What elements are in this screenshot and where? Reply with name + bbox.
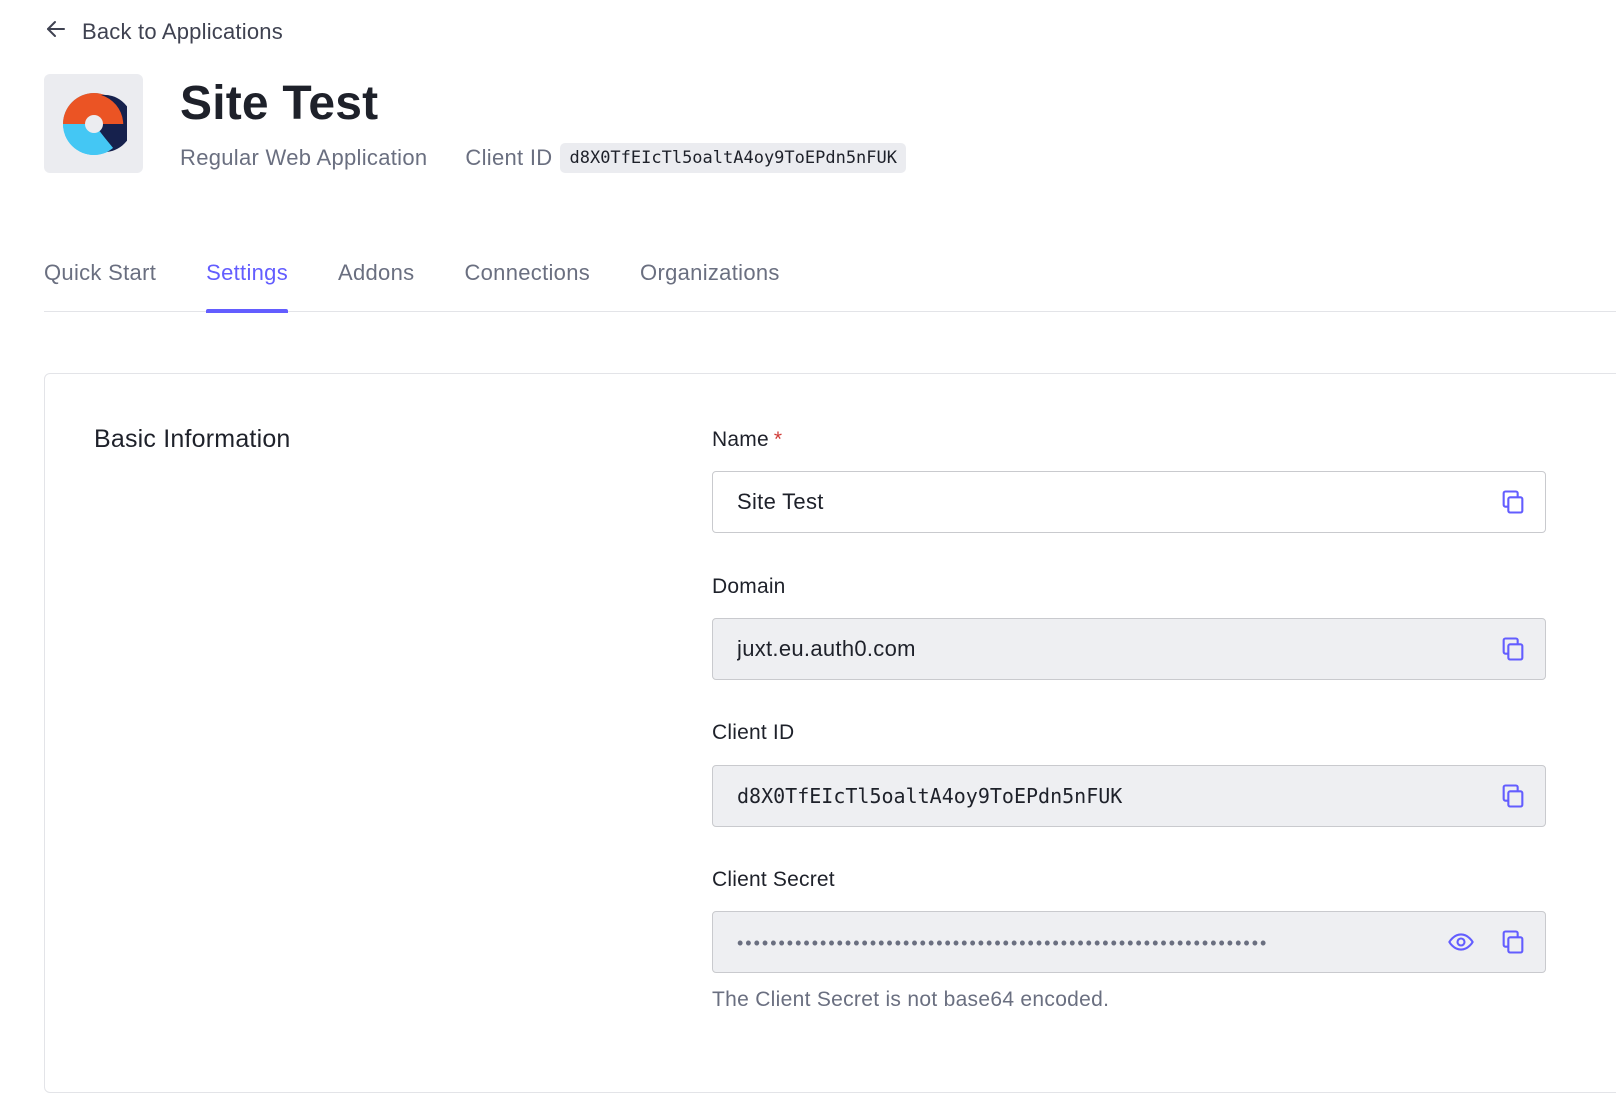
- application-type: Regular Web Application: [180, 145, 428, 170]
- name-input[interactable]: Site Test: [712, 471, 1546, 533]
- arrow-left-icon: [44, 17, 68, 47]
- tab-organizations[interactable]: Organizations: [640, 250, 780, 312]
- client-secret-masked-value: ••••••••••••••••••••••••••••••••••••••••…: [737, 932, 1269, 953]
- name-label-text: Name: [712, 428, 769, 451]
- domain-field[interactable]: juxt.eu.auth0.com: [712, 618, 1546, 680]
- back-link-label: Back to Applications: [82, 19, 283, 44]
- client-secret-field[interactable]: ••••••••••••••••••••••••••••••••••••••••…: [712, 911, 1546, 973]
- tab-addons[interactable]: Addons: [338, 250, 414, 312]
- header-client-id-value[interactable]: d8X0TfEIcTl5oaltA4oy9ToEPdn5nFUK: [560, 143, 906, 173]
- client-id-value: d8X0TfEIcTl5oaltA4oy9ToEPdn5nFUK: [737, 784, 1123, 808]
- application-logo: [44, 74, 143, 173]
- copy-icon[interactable]: [1495, 778, 1531, 814]
- tab-connections[interactable]: Connections: [464, 250, 590, 312]
- header-client-id-label: Client ID: [465, 145, 553, 170]
- eye-icon[interactable]: [1443, 924, 1479, 960]
- application-title: Site Test: [180, 77, 379, 130]
- back-to-applications-link[interactable]: Back to Applications: [44, 16, 283, 48]
- name-input-value: Site Test: [737, 489, 824, 514]
- name-field-label: Name *: [712, 428, 782, 452]
- domain-field-label: Domain: [712, 575, 786, 598]
- application-subline: Regular Web Application Client ID d8X0Tf…: [180, 142, 906, 174]
- application-logo-icon: [62, 92, 127, 155]
- required-asterisk: *: [773, 428, 783, 451]
- client-secret-help-text: The Client Secret is not base64 encoded.: [712, 988, 1110, 1011]
- application-tabs: Quick Start Settings Addons Connections …: [44, 250, 1616, 313]
- tab-quick-start[interactable]: Quick Start: [44, 250, 156, 312]
- copy-icon[interactable]: [1495, 631, 1531, 667]
- client-secret-field-label: Client Secret: [712, 868, 835, 891]
- copy-icon[interactable]: [1495, 484, 1531, 520]
- copy-icon[interactable]: [1495, 924, 1531, 960]
- tab-settings[interactable]: Settings: [206, 250, 288, 313]
- client-id-field[interactable]: d8X0TfEIcTl5oaltA4oy9ToEPdn5nFUK: [712, 765, 1546, 827]
- client-id-field-label: Client ID: [712, 721, 795, 744]
- section-title: Basic Information: [94, 425, 291, 453]
- domain-value: juxt.eu.auth0.com: [737, 636, 916, 661]
